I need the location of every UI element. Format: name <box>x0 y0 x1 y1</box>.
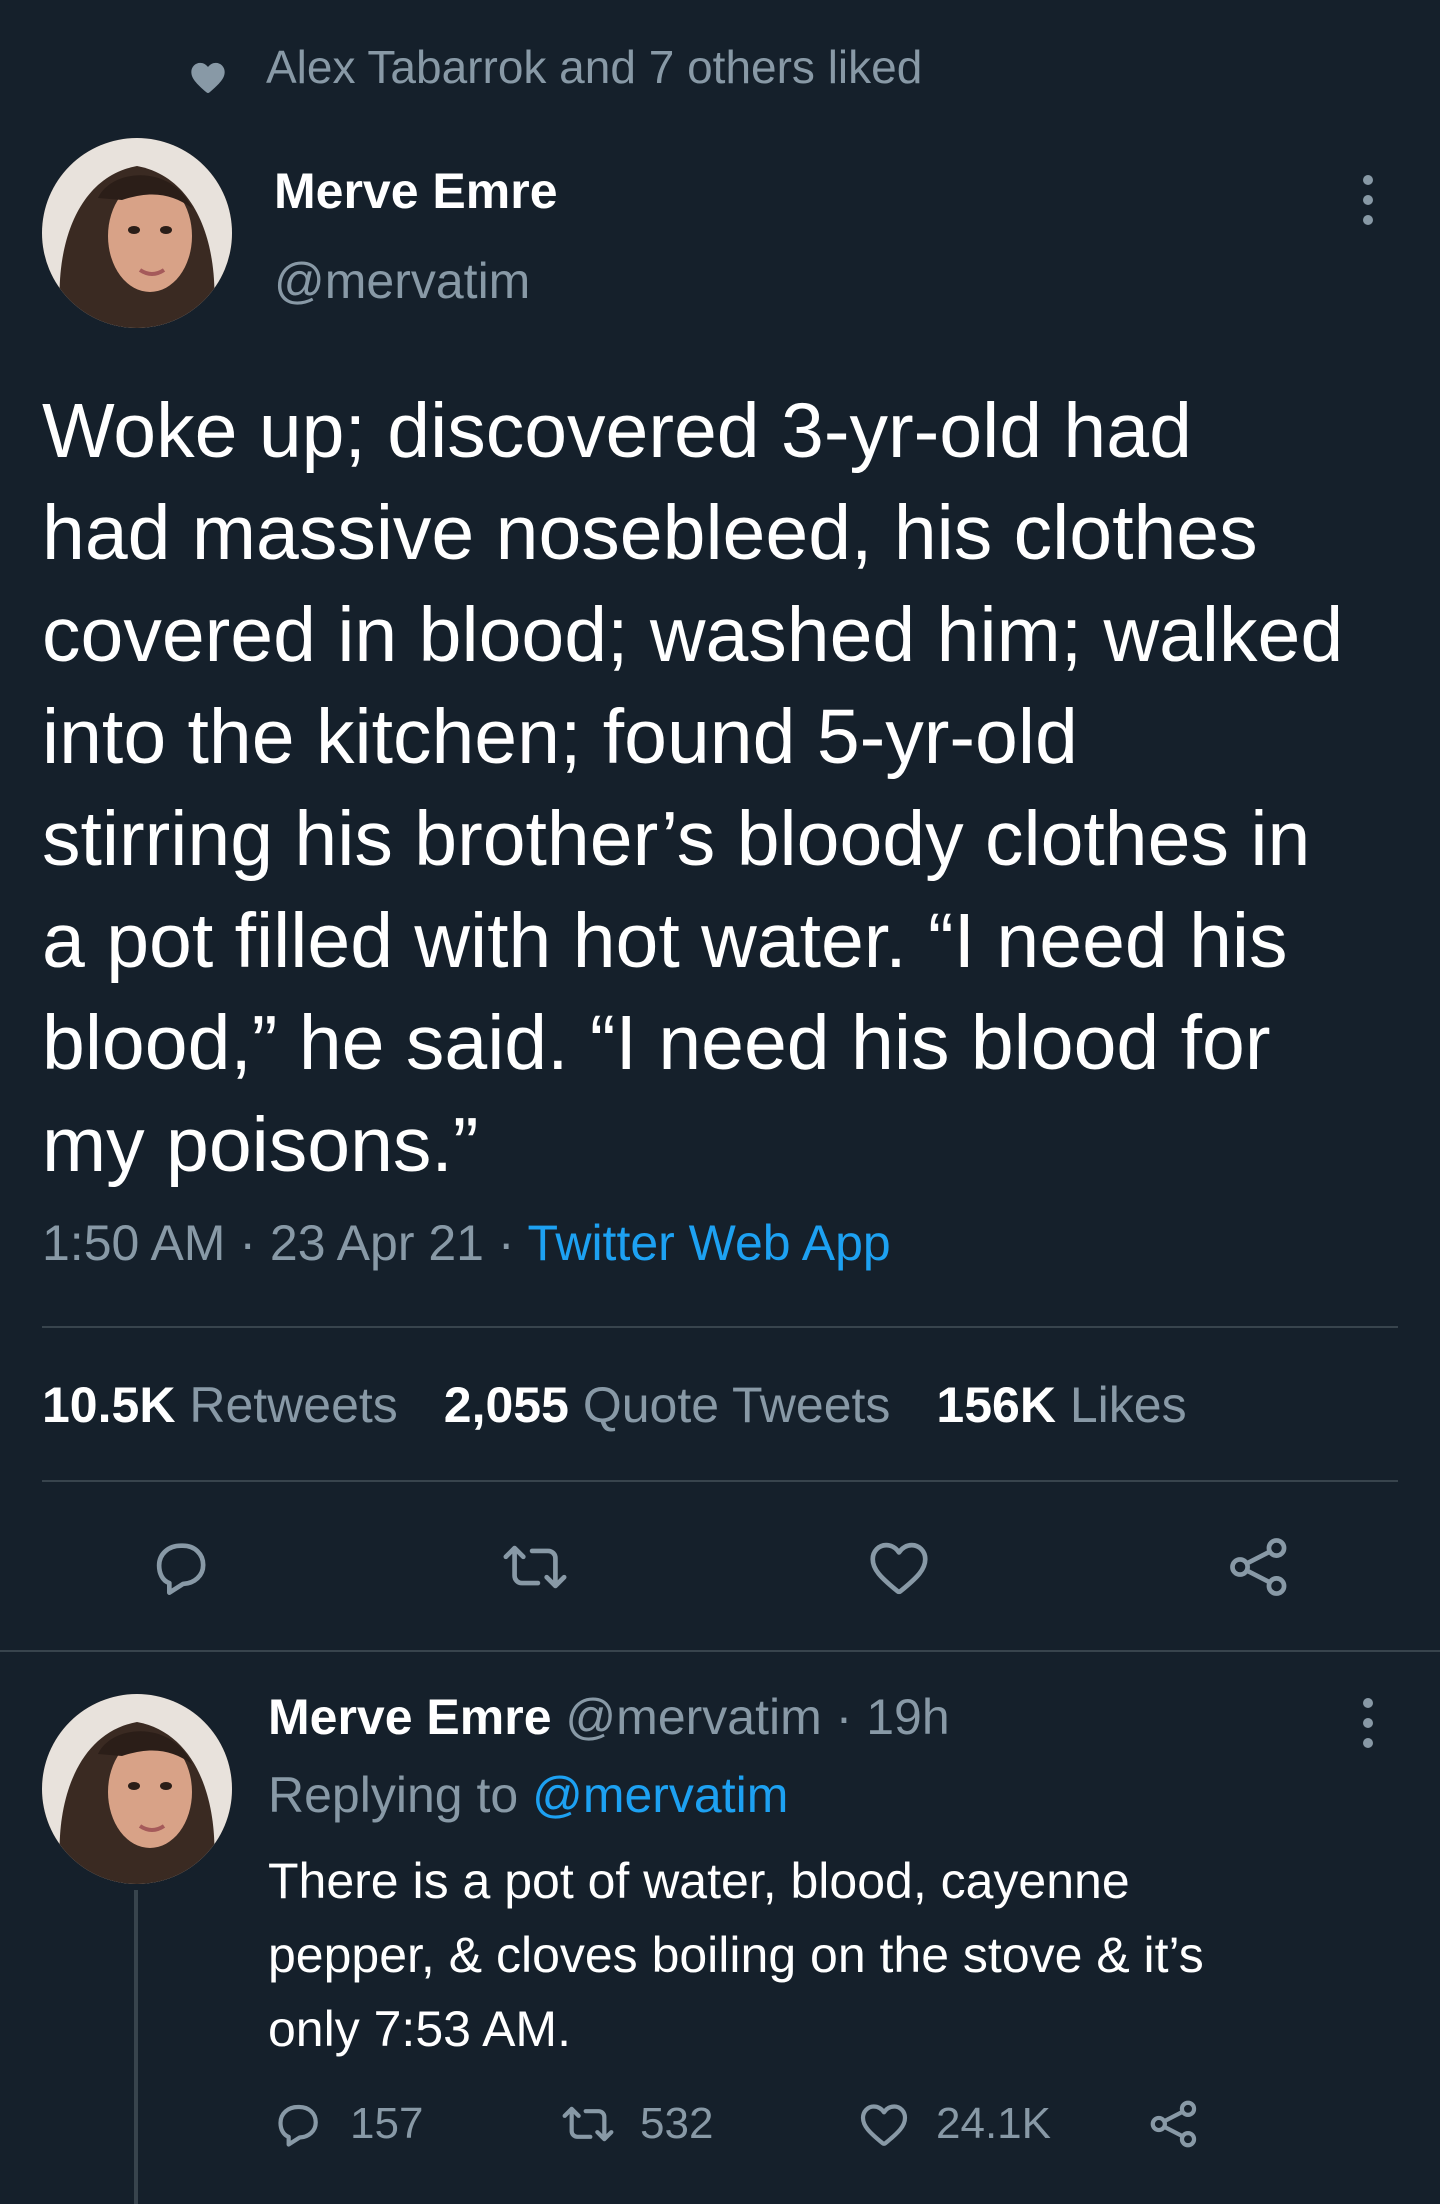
retweet-count: 532 <box>640 2099 714 2148</box>
quote-tweets-stat[interactable]: 2,055 Quote Tweets <box>444 1377 891 1433</box>
tweet-meta: 1:50 AM · 23 Apr 21 · Twitter Web App <box>42 1214 891 1272</box>
reply-icon[interactable] <box>146 1532 216 1602</box>
more-options-icon[interactable] <box>1358 1698 1378 1748</box>
tweet-date[interactable]: 23 Apr 21 <box>270 1215 484 1271</box>
author-name[interactable]: Merve Emre <box>274 162 558 220</box>
quote-tweets-count: 2,055 <box>443 1377 569 1433</box>
likes-count: 156K <box>936 1377 1056 1433</box>
heart-icon <box>188 54 228 94</box>
retweet-icon <box>560 2096 616 2152</box>
reply-like-button[interactable]: 24.1K <box>856 2096 1051 2152</box>
reply-avatar[interactable] <box>42 1694 232 1884</box>
replying-prefix: Replying to <box>268 1767 519 1823</box>
like-icon[interactable] <box>864 1532 934 1602</box>
quote-tweets-label: Quote Tweets <box>582 1377 891 1433</box>
social-context-text: Alex Tabarrok and 7 others liked <box>266 41 923 93</box>
tweet-stats: 10.5K Retweets 2,055 Quote Tweets 156K Lik… <box>42 1376 1187 1434</box>
tweet-time[interactable]: 1:50 AM <box>42 1215 225 1271</box>
avatar-image <box>42 138 232 328</box>
reply-share-button[interactable] <box>1146 2096 1202 2152</box>
retweets-count: 10.5K <box>42 1377 176 1433</box>
reply-icon <box>270 2096 326 2152</box>
likes-label: Likes <box>1069 1377 1187 1433</box>
more-options-icon[interactable] <box>1358 175 1378 225</box>
like-icon <box>856 2096 912 2152</box>
divider <box>42 1480 1398 1482</box>
divider <box>42 1326 1398 1328</box>
likes-stat[interactable]: 156K Likes <box>936 1377 1186 1433</box>
avatar-image <box>42 1694 232 1884</box>
reply-retweet-button[interactable]: 532 <box>560 2096 713 2152</box>
thread-line <box>134 1890 138 2204</box>
reply-author-handle[interactable]: @mervatim <box>565 1689 821 1745</box>
like-count: 24.1K <box>936 2099 1051 2148</box>
share-icon[interactable] <box>1224 1532 1294 1602</box>
reply-count: 157 <box>350 2099 424 2148</box>
tweet-text: Woke up; discovered 3-yr-old had had mas… <box>42 388 1344 1188</box>
retweets-stat[interactable]: 10.5K Retweets <box>42 1377 398 1433</box>
author-handle[interactable]: @mervatim <box>274 252 530 310</box>
avatar[interactable] <box>42 138 232 328</box>
share-icon <box>1146 2096 1202 2152</box>
reply-text: There is a pot of water, blood, cayenne … <box>268 1853 1204 2057</box>
replying-to: Replying to @mervatim <box>268 1766 788 1824</box>
reply-reply-button[interactable]: 157 <box>270 2096 423 2152</box>
reply-author-name[interactable]: Merve Emre <box>268 1689 552 1745</box>
reply-separator: · <box>835 1689 853 1745</box>
retweet-icon[interactable] <box>500 1532 570 1602</box>
tweet-source-link[interactable]: Twitter Web App <box>528 1215 891 1271</box>
divider <box>0 1650 1440 1652</box>
meta-separator: · <box>239 1215 257 1271</box>
retweets-label: Retweets <box>189 1377 398 1433</box>
reply-header: Merve Emre @mervatim · 19h <box>268 1688 950 1746</box>
replying-to-link[interactable]: @mervatim <box>532 1767 788 1823</box>
meta-separator: · <box>497 1215 515 1271</box>
reply-time[interactable]: 19h <box>866 1689 949 1745</box>
